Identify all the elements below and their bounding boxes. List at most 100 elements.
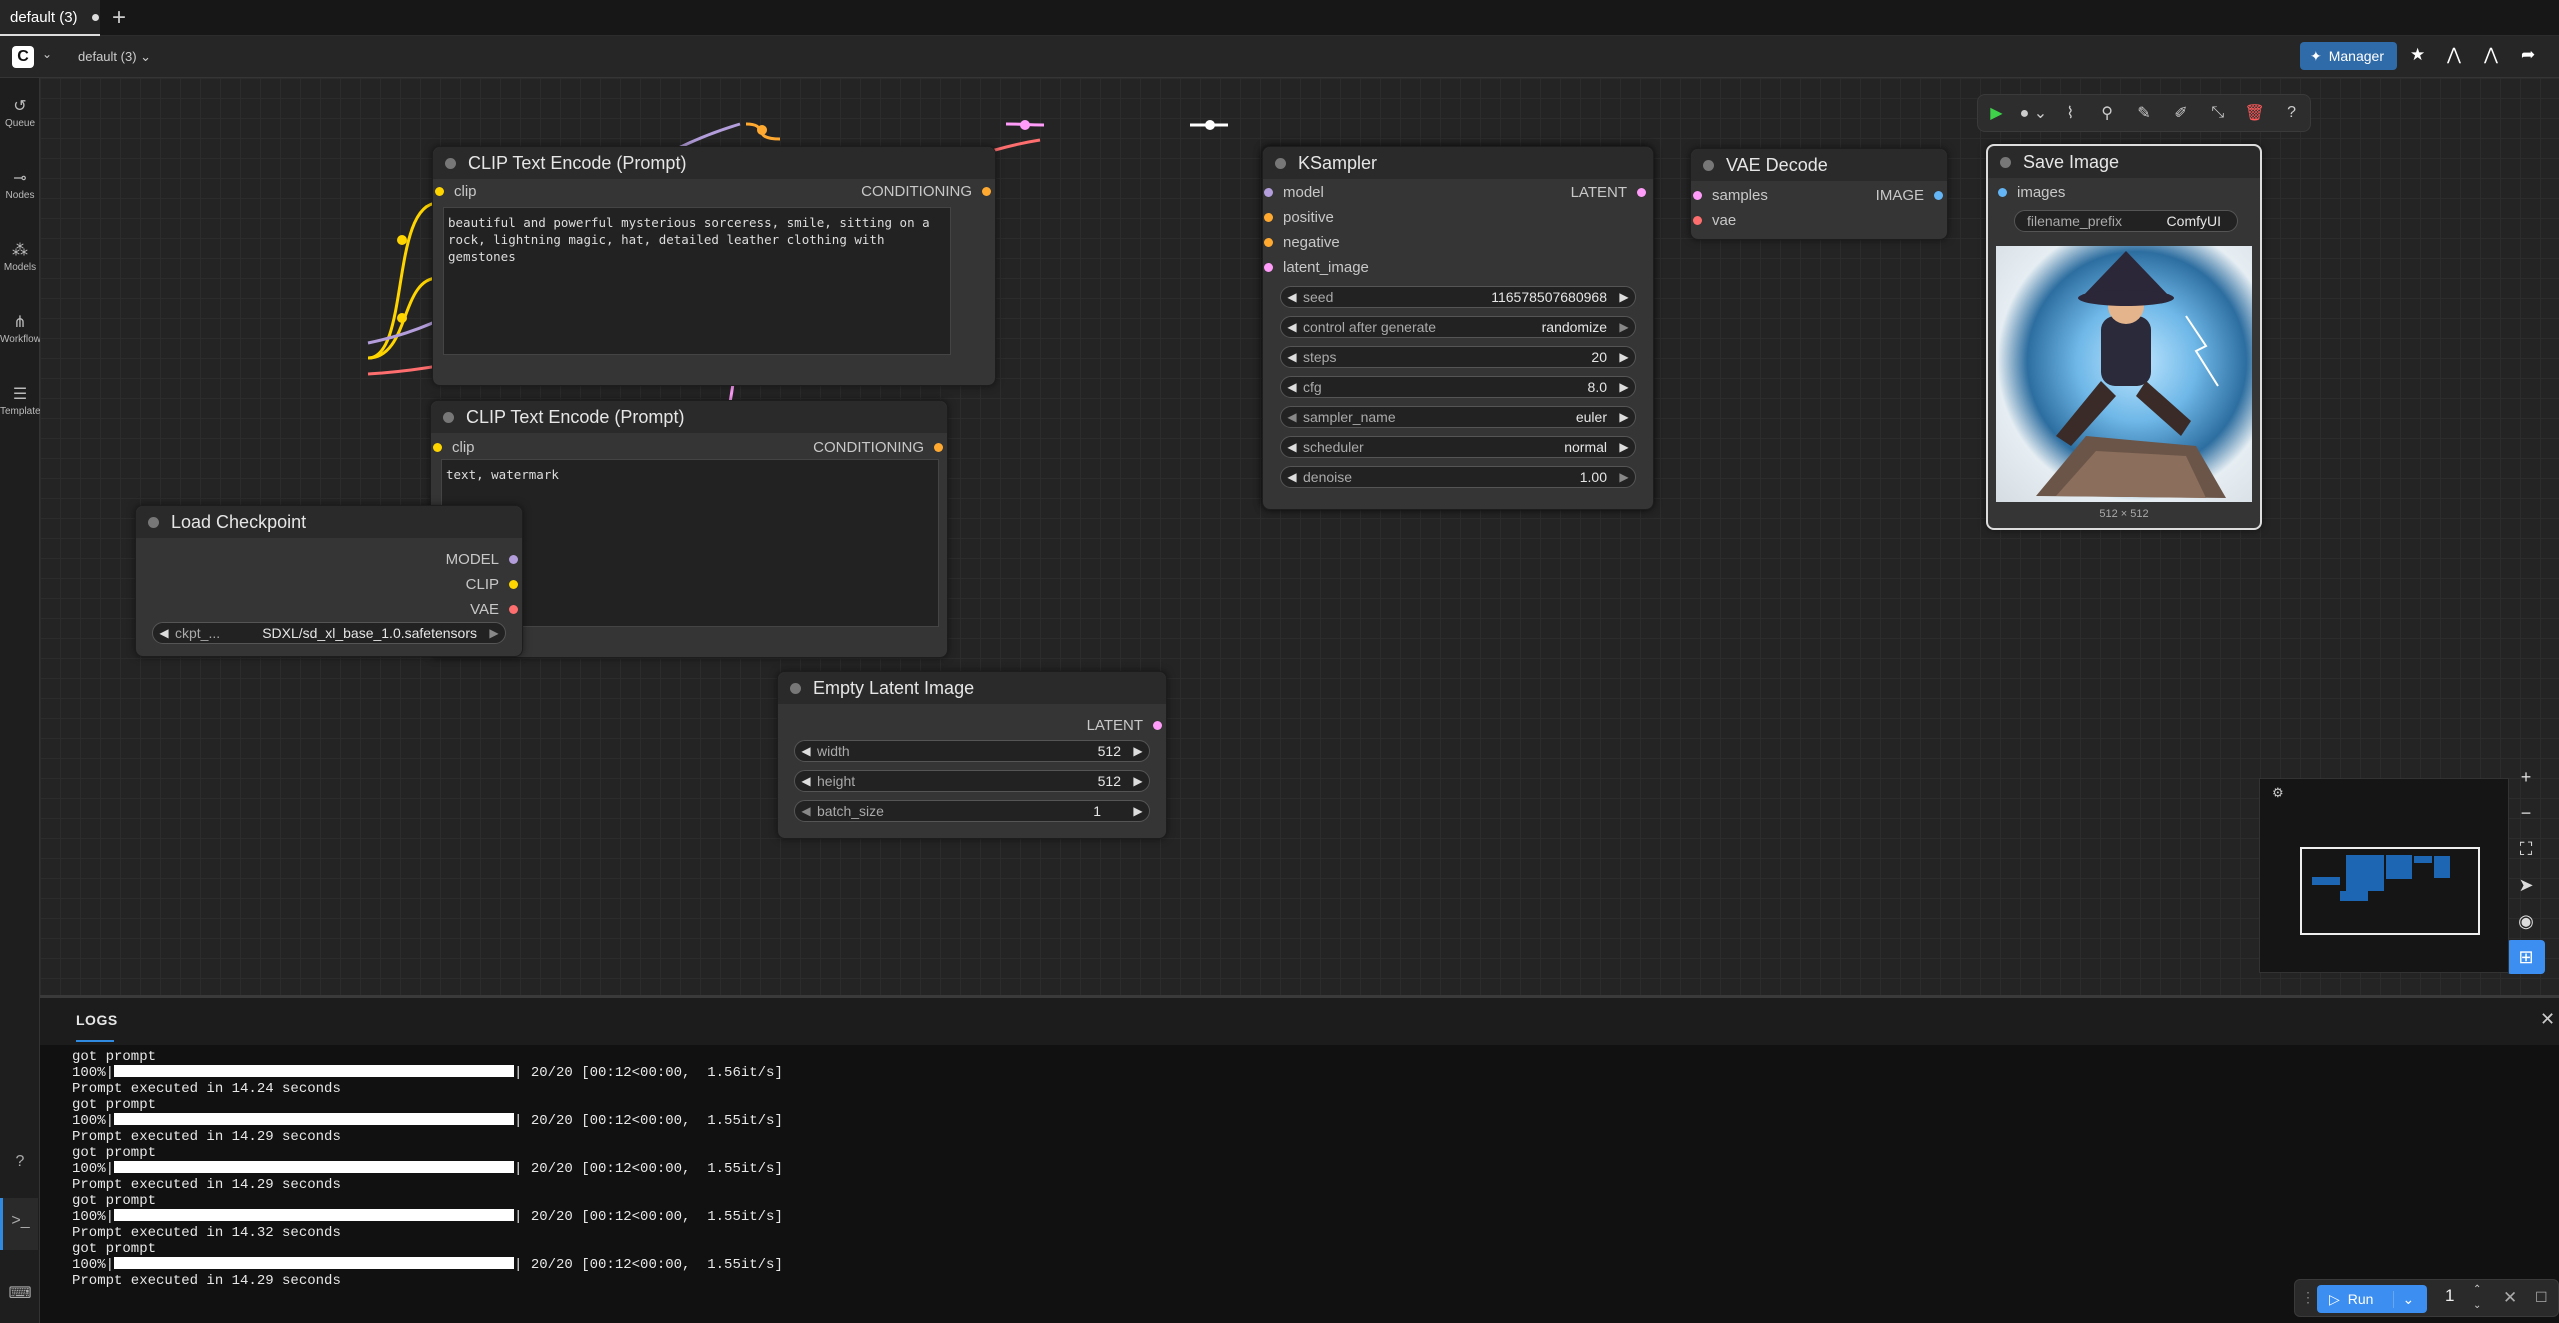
run-button[interactable]: ▷ Run ⌄ — [2317, 1285, 2427, 1313]
delete-icon[interactable]: 🗑 — [2236, 103, 2273, 123]
filename-prefix-widget[interactable]: filename_prefix ComfyUI — [2014, 210, 2238, 232]
output-image-preview[interactable] — [1996, 246, 2252, 502]
cancel-icon[interactable]: ✕ — [2503, 1288, 2517, 1308]
output-slot-model[interactable]: MODEL — [446, 551, 518, 568]
arrow-right-icon[interactable]: ▶ — [1613, 440, 1635, 454]
node-header[interactable]: Load Checkpoint — [136, 506, 522, 538]
sidebar-item-nodes[interactable]: ⊸ Nodes — [0, 168, 40, 201]
star-icon[interactable]: ★ — [2410, 45, 2425, 65]
arrow-right-icon[interactable]: ▶ — [1127, 804, 1149, 818]
seed-widget[interactable]: ◀ seed 116578507680968 ▶ — [1280, 286, 1636, 308]
batch-count-input[interactable]: 1 — [2445, 1286, 2454, 1306]
queue-panel-icon[interactable]: ☐ — [2535, 1289, 2548, 1306]
stepper-icon[interactable]: ⌃ ⌄ — [2473, 1282, 2481, 1314]
arrow-right-icon[interactable]: ▶ — [483, 626, 505, 640]
steps-widget[interactable]: ◀ steps 20 ▶ — [1280, 346, 1636, 368]
input-slot-model[interactable]: model — [1264, 184, 1324, 201]
pin-icon[interactable]: ⚲ — [2089, 103, 2126, 123]
output-slot-clip[interactable]: CLIP — [466, 576, 518, 593]
close-icon[interactable]: ✕ — [2540, 1009, 2555, 1030]
sidebar-item-models[interactable]: ⁂ Models — [0, 240, 40, 273]
chevron-down-icon[interactable]: ⌄ — [42, 47, 52, 61]
sampler-name-widget[interactable]: ◀ sampler_name euler ▶ — [1280, 406, 1636, 428]
arrow-right-icon[interactable]: ▶ — [1613, 320, 1635, 334]
pencil-icon[interactable]: ✐ — [2162, 103, 2199, 123]
scheduler-widget[interactable]: ◀ scheduler normal ▶ — [1280, 436, 1636, 458]
fit-view-icon[interactable]: ⛶ — [2507, 832, 2545, 866]
node-header[interactable]: CLIP Text Encode (Prompt) — [433, 147, 995, 179]
arrow-left-icon[interactable]: ◀ — [1281, 470, 1303, 484]
collapse-dot-icon[interactable] — [148, 516, 159, 528]
arrow-left-icon[interactable]: ◀ — [153, 626, 175, 640]
node-clip-text-encode-positive[interactable]: CLIP Text Encode (Prompt) clip CONDITION… — [432, 146, 996, 386]
collapse-dot-icon[interactable] — [1703, 159, 1714, 171]
prompt-textarea[interactable]: beautiful and powerful mysterious sorcer… — [443, 207, 951, 355]
collapse-dot-icon[interactable] — [790, 682, 801, 694]
input-slot-samples[interactable]: samples — [1693, 187, 1768, 204]
logs-tab[interactable]: LOGS — [76, 1012, 118, 1028]
node-vae-decode[interactable]: VAE Decode samples vae IMAGE — [1690, 148, 1948, 240]
node-header[interactable]: CLIP Text Encode (Prompt) — [431, 401, 947, 433]
node-header[interactable]: Save Image — [1988, 146, 2260, 178]
node-load-checkpoint[interactable]: Load Checkpoint MODEL CLIP VAE ◀ ckpt_..… — [135, 505, 523, 657]
arrow-right-icon[interactable]: ▶ — [1127, 774, 1149, 788]
output-slot-latent[interactable]: LATENT — [1571, 184, 1646, 201]
zoom-out-icon[interactable]: − — [2507, 796, 2545, 830]
chevron-down-icon[interactable]: ⌄ — [2393, 1290, 2414, 1308]
terminal-icon[interactable]: >_ — [0, 1198, 38, 1250]
output-slot-latent[interactable]: LATENT — [1087, 717, 1162, 734]
input-slot-positive[interactable]: positive — [1264, 209, 1334, 226]
color-picker-icon[interactable]: ● ⌄ — [2015, 103, 2052, 123]
arrow-left-icon[interactable]: ◀ — [795, 744, 817, 758]
sidebar-item-workflows[interactable]: ⋔ Workflows — [0, 312, 46, 345]
manager-button[interactable]: ✦ Manager — [2300, 42, 2397, 70]
input-slot-images[interactable]: images — [1998, 184, 2065, 201]
input-slot-clip[interactable]: clip — [435, 183, 477, 200]
navigate-icon[interactable]: ➤ — [2507, 868, 2545, 902]
arrow-left-icon[interactable]: ◀ — [1281, 320, 1303, 334]
collapse-dot-icon[interactable] — [445, 157, 456, 169]
height-widget[interactable]: ◀ height 512 ▶ — [794, 770, 1150, 792]
control-after-generate-widget[interactable]: ◀ control after generate randomize ▶ — [1280, 316, 1636, 338]
minimap-viewport[interactable] — [2300, 847, 2480, 935]
cfg-widget[interactable]: ◀ cfg 8.0 ▶ — [1280, 376, 1636, 398]
eye-icon[interactable]: ◉ — [2507, 904, 2545, 938]
play-icon[interactable]: ▶ — [1978, 103, 2015, 123]
input-slot-negative[interactable]: negative — [1264, 234, 1340, 251]
drag-handle-icon[interactable]: ⋮ — [2301, 1289, 2315, 1306]
model-icon[interactable]: ⋀ — [2447, 45, 2461, 65]
arrow-left-icon[interactable]: ◀ — [1281, 290, 1303, 304]
collapse-dot-icon[interactable] — [2000, 156, 2011, 168]
sidebar-item-templates[interactable]: ☰ Templates — [0, 384, 46, 417]
node-header[interactable]: VAE Decode — [1691, 149, 1947, 181]
comfy-logo-icon[interactable]: C — [12, 46, 34, 68]
output-slot-conditioning[interactable]: CONDITIONING — [861, 183, 991, 200]
output-slot-conditioning[interactable]: CONDITIONING — [813, 439, 943, 456]
settings-sliders-icon[interactable]: ⚙ — [2272, 785, 2284, 801]
bypass-icon[interactable]: ⌇ — [2052, 103, 2089, 123]
batch-size-widget[interactable]: ◀ batch_size 1 ▶ — [794, 800, 1150, 822]
add-tab-icon[interactable]: + — [112, 4, 126, 32]
help-icon[interactable]: ? — [0, 1153, 40, 1171]
collapse-dot-icon[interactable] — [443, 411, 454, 423]
arrow-right-icon[interactable]: ▶ — [1613, 410, 1635, 424]
share-icon[interactable]: ➦ — [2521, 45, 2535, 65]
input-slot-clip[interactable]: clip — [433, 439, 475, 456]
output-slot-vae[interactable]: VAE — [470, 601, 518, 618]
keyboard-icon[interactable]: ⌨ — [0, 1283, 40, 1303]
node-header[interactable]: Empty Latent Image — [778, 672, 1166, 704]
width-widget[interactable]: ◀ width 512 ▶ — [794, 740, 1150, 762]
arrow-left-icon[interactable]: ◀ — [795, 804, 817, 818]
collapse-icon[interactable]: ⤡ — [2199, 104, 2236, 122]
arrow-left-icon[interactable]: ◀ — [1281, 350, 1303, 364]
minimap[interactable]: ⚙ — [2259, 778, 2509, 973]
edit-icon[interactable]: ✎ — [2126, 103, 2163, 123]
sidebar-item-queue[interactable]: ↺ Queue — [0, 96, 40, 129]
arrow-left-icon[interactable]: ◀ — [1281, 380, 1303, 394]
arrow-left-icon[interactable]: ◀ — [1281, 440, 1303, 454]
zoom-in-icon[interactable]: + — [2507, 760, 2545, 794]
arrow-right-icon[interactable]: ▶ — [1613, 290, 1635, 304]
arrow-right-icon[interactable]: ▶ — [1613, 470, 1635, 484]
arrow-right-icon[interactable]: ▶ — [1127, 744, 1149, 758]
input-slot-latent-image[interactable]: latent_image — [1264, 259, 1369, 276]
